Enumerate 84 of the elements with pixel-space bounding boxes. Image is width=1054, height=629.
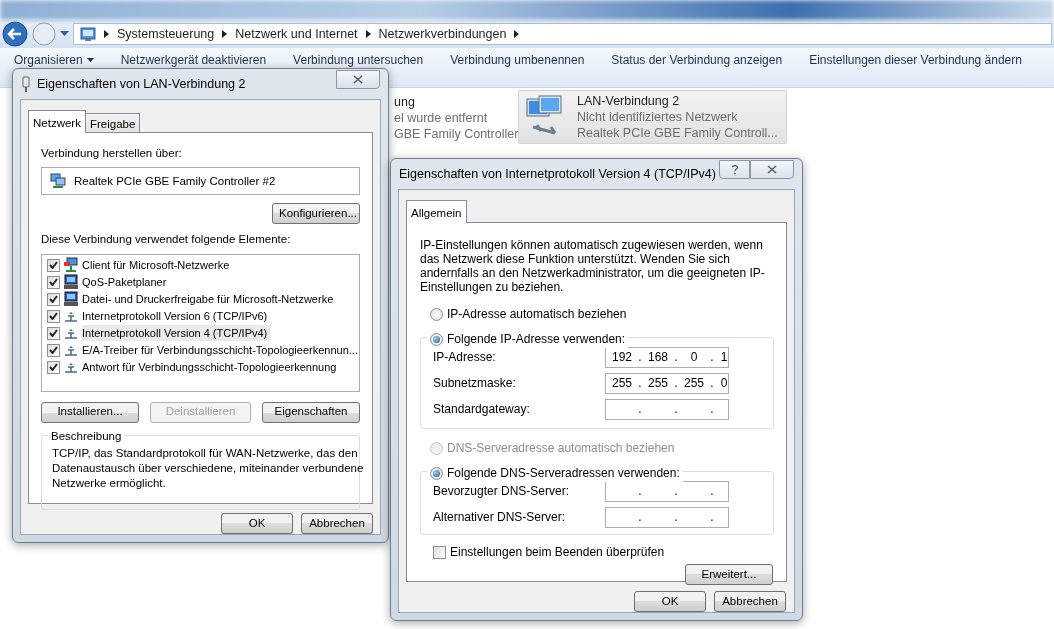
connection-detail: Nicht identifiziertes Netzwerk: [577, 109, 739, 125]
configure-button[interactable]: Konfigurieren...: [272, 203, 360, 225]
ip-address-field[interactable]: . . .: [605, 480, 729, 502]
checkbox[interactable]: [47, 275, 60, 289]
checkbox[interactable]: [47, 258, 60, 272]
window-title: Eigenschaften von Internetprotokoll Version 4 (TCP/IPv4): [399, 165, 716, 183]
close-button[interactable]: [336, 70, 380, 89]
breadcrumb-item[interactable]: Netzwerk und Internet: [235, 24, 358, 44]
checkbox[interactable]: [433, 545, 446, 559]
checkbox[interactable]: [47, 360, 60, 374]
list-item[interactable]: Antwort für Verbindungsschicht-Topologieerkennung: [82, 358, 341, 376]
help-icon: [730, 164, 739, 175]
breadcrumb-item[interactable]: Netzwerkverbindungen: [378, 24, 507, 44]
radio-button[interactable]: [430, 466, 443, 480]
checkbox[interactable]: [47, 309, 60, 323]
radio-label[interactable]: IP-Adresse automatisch beziehen: [447, 305, 627, 323]
close-button[interactable]: [750, 160, 794, 179]
advanced-button[interactable]: Erweitert...: [685, 564, 773, 585]
list-item[interactable]: E/A-Treiber für Verbindungsschicht-Topologieerkennun...: [82, 341, 362, 359]
radio-button[interactable]: [430, 332, 443, 346]
section-label: Verbindung herstellen über:: [41, 146, 183, 161]
cancel-button[interactable]: Abbrechen: [714, 591, 786, 612]
toolbar-button[interactable]: Verbindung untersuchen: [293, 51, 424, 69]
window-title: Eigenschaften von LAN-Verbindung 2: [37, 75, 246, 93]
cancel-button[interactable]: Abbrechen: [301, 513, 373, 534]
field-label: IP-Adresse:: [433, 349, 496, 366]
toolbar-button[interactable]: Status der Verbindung anzeigen: [611, 51, 783, 69]
connection-detail: GBE Family Controller: [394, 126, 519, 142]
connection-detail: Realtek PCIe GBE Family Controll...: [577, 125, 778, 141]
toolbar-button[interactable]: Organisieren: [14, 51, 94, 69]
radio-button[interactable]: [430, 307, 443, 321]
breadcrumb-item[interactable]: Systemsteuerung: [117, 24, 215, 44]
close-icon: [767, 165, 777, 174]
ip-address-field[interactable]: . . .: [605, 506, 729, 528]
toolbar-button[interactable]: Verbindung umbenennen: [450, 51, 585, 69]
ip-address-field[interactable]: 255 . 255 . 255 . 0: [605, 372, 729, 394]
close-icon: [353, 75, 363, 84]
ok-button[interactable]: OK: [634, 591, 706, 612]
ok-button[interactable]: OK: [221, 513, 293, 534]
list-item[interactable]: Internetprotokoll Version 4 (TCP/IPv4): [82, 324, 272, 342]
checkbox-label[interactable]: Einstellungen beim Beenden überprüfen: [450, 543, 665, 561]
chevron-icon: [222, 30, 228, 38]
list-item[interactable]: QoS-Paketplaner: [82, 273, 171, 291]
control-panel-icon: [80, 26, 96, 42]
connection-item[interactable]: LAN-Verbindung 2 Nicht identifiziertes Netzwerk Realtek PCIe GBE Family Controll...: [518, 90, 787, 144]
ip-address-field[interactable]: 192 . 168 . 0 . 1: [605, 346, 729, 368]
checkbox[interactable]: [47, 326, 60, 340]
action-button[interactable]: Installieren...: [41, 401, 139, 423]
ip-address-field[interactable]: . . .: [605, 398, 729, 420]
field-label: Bevorzugter DNS-Server:: [433, 483, 570, 500]
chevron-icon: [514, 30, 520, 38]
info-text: IP-Einstellungen können automatisch zugewiesen werden, wenn das Netzwerk diese Funktion unterstützt. Wenden Sie sich andernfalls an den Netzwerkadministrator, um die geeigneten IP-Einstellungen zu beziehen.: [420, 238, 766, 294]
action-button[interactable]: Eigenschaften: [262, 401, 360, 423]
network-cable-icon: [21, 76, 31, 92]
client-icon: [63, 257, 79, 273]
service-icon: [63, 274, 79, 290]
tab[interactable]: Freigabe: [84, 113, 141, 133]
connection-name: LAN-Verbindung 2: [577, 93, 681, 109]
list-item[interactable]: Datei- und Druckerfreigabe für Microsoft-Netzwerke: [82, 290, 338, 308]
tab[interactable]: Allgemein: [406, 200, 467, 223]
list-item[interactable]: Internetprotokoll Version 6 (TCP/IPv6): [82, 307, 272, 325]
section-label: Diese Verbindung verwendet folgende Elemente:: [41, 232, 292, 248]
back-button[interactable]: [2, 21, 28, 47]
service-icon: [63, 291, 79, 307]
dropdown-icon: [60, 31, 69, 37]
connection-name: ung: [394, 94, 416, 110]
checkbox[interactable]: [47, 343, 60, 357]
field-label: Subnetzmaske:: [433, 375, 516, 392]
field-label: Alternativer DNS-Server:: [433, 509, 566, 526]
adapter-name: Realtek PCIe GBE Family Controller #2: [74, 173, 276, 189]
chevron-icon: [365, 30, 371, 38]
connection-detail: el wurde entfernt: [394, 110, 489, 126]
help-button[interactable]: [719, 160, 750, 179]
toolbar-button[interactable]: Netzwerkgerät deaktivieren: [120, 51, 267, 69]
caret-icon: [86, 58, 94, 62]
description-text: TCP/IP, das Standardprotokoll für WAN-Netzwerke, das den Datenaustausch über verschiedene, miteinander verbundene Netzwerke ermöglicht.: [52, 445, 365, 491]
toolbar-button[interactable]: Einstellungen dieser Verbindung ändern: [809, 51, 1022, 69]
checkbox[interactable]: [47, 292, 60, 306]
list-item[interactable]: Client für Microsoft-Netzwerke: [82, 256, 234, 274]
field-label: Standardgateway:: [433, 401, 530, 418]
radio-label[interactable]: Folgende IP-Adresse verwenden:: [447, 330, 626, 348]
chevron-icon: [104, 30, 109, 38]
network-adapter-icon: [50, 173, 66, 190]
tab[interactable]: Netzwerk: [28, 110, 86, 133]
